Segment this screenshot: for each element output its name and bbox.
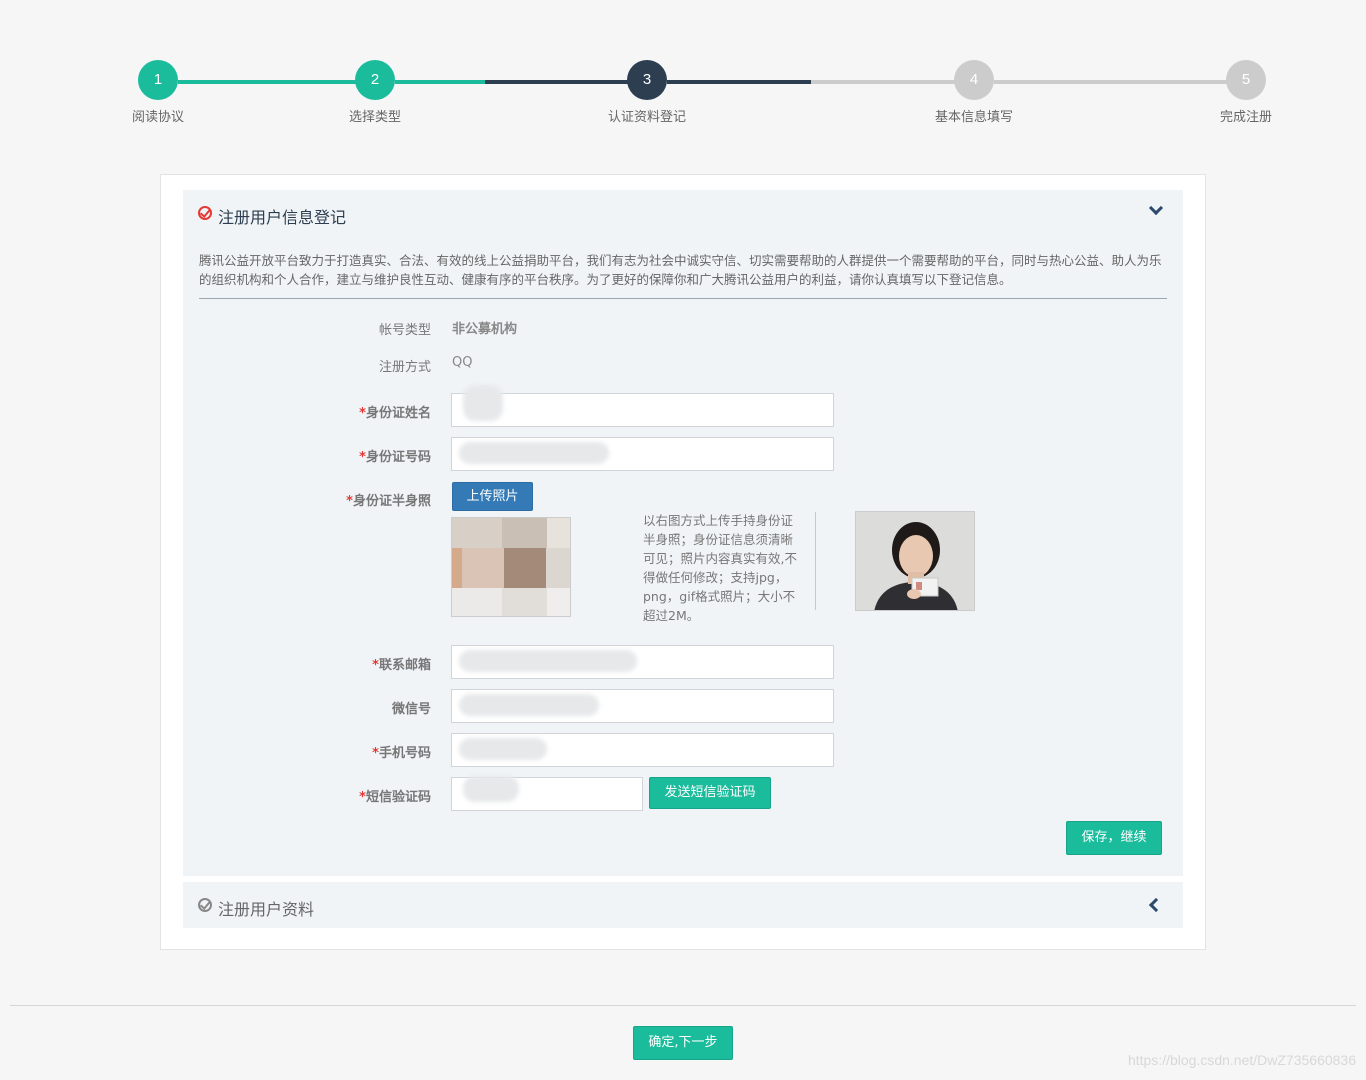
account-type-label: 帐号类型 bbox=[378, 323, 431, 338]
email-label: *联系邮箱 bbox=[271, 654, 431, 673]
wechat-label: 微信号 bbox=[391, 702, 431, 717]
redacted-blur bbox=[463, 385, 503, 421]
step-2-label: 选择类型 bbox=[348, 110, 401, 125]
register-method-label: 注册方式 bbox=[378, 360, 431, 375]
id-name-label-text: 身份证姓名 bbox=[365, 406, 431, 421]
step-connector-4-5 bbox=[994, 80, 1227, 84]
required-mark: * bbox=[346, 494, 353, 509]
sms-code-label: *短信验证码 bbox=[271, 786, 431, 805]
check-circle-icon bbox=[198, 898, 212, 912]
step-connector-3-4-current bbox=[667, 80, 811, 84]
user-info-panel-header[interactable]: 注册用户信息登记 bbox=[183, 190, 1183, 236]
photo-pixel-block bbox=[452, 518, 502, 548]
hint-separator bbox=[815, 512, 816, 610]
user-info-panel: 注册用户信息登记 腾讯公益开放平台致力于打造真实、合法、有效的线上公益捐助平台，… bbox=[183, 190, 1183, 876]
redacted-blur bbox=[463, 776, 519, 802]
account-type-value: 非公募机构 bbox=[452, 322, 518, 337]
required-mark: * bbox=[372, 658, 379, 673]
step-2-circle: 2 bbox=[355, 60, 395, 100]
photo-pixel-block bbox=[502, 518, 547, 548]
save-continue-button[interactable]: 保存，继续 bbox=[1066, 821, 1162, 855]
send-sms-code-button[interactable]: 发送短信验证码 bbox=[649, 777, 771, 809]
step-connector-2-3-done bbox=[395, 80, 485, 84]
photo-pixel-block bbox=[452, 548, 462, 588]
id-name-input[interactable] bbox=[451, 393, 834, 427]
redacted-blur bbox=[459, 738, 547, 760]
confirm-next-button[interactable]: 确定,下一步 bbox=[633, 1026, 733, 1060]
intro-divider bbox=[199, 298, 1167, 299]
id-photo-label: *身份证半身照 bbox=[271, 490, 431, 509]
id-number-label-text: 身份证号码 bbox=[365, 450, 431, 465]
id-name-label: *身份证姓名 bbox=[271, 402, 431, 421]
step-1-circle: 1 bbox=[138, 60, 178, 100]
redacted-blur bbox=[459, 694, 599, 716]
step-1-label: 阅读协议 bbox=[131, 110, 184, 125]
uploaded-photo-thumbnail bbox=[451, 517, 571, 617]
step-4-circle: 4 bbox=[954, 60, 994, 100]
required-mark: * bbox=[359, 790, 366, 805]
step-3-label: 认证资料登记 bbox=[607, 110, 686, 125]
required-mark: * bbox=[359, 406, 366, 421]
register-method-value: QQ bbox=[452, 355, 473, 370]
chevron-down-icon[interactable] bbox=[1148, 200, 1164, 216]
registration-card: 注册用户信息登记 腾讯公益开放平台致力于打造真实、合法、有效的线上公益捐助平台，… bbox=[160, 174, 1206, 950]
step-connector-2-3-current bbox=[485, 80, 628, 84]
step-5-circle: 5 bbox=[1226, 60, 1266, 100]
panel-title: 注册用户信息登记 bbox=[218, 208, 347, 227]
photo-pixel-block bbox=[546, 548, 570, 588]
phone-label-text: 手机号码 bbox=[378, 746, 431, 761]
id-photo-label-text: 身份证半身照 bbox=[352, 494, 431, 509]
upload-photo-button[interactable]: 上传照片 bbox=[452, 482, 533, 511]
chevron-left-icon[interactable] bbox=[1148, 897, 1164, 913]
required-mark: * bbox=[372, 746, 379, 761]
email-label-text: 联系邮箱 bbox=[378, 658, 431, 673]
photo-pixel-block bbox=[452, 588, 502, 616]
step-3-circle: 3 bbox=[627, 60, 667, 100]
photo-pixel-block bbox=[547, 518, 570, 548]
progress-stepper: 1 2 3 4 5 阅读协议 选择类型 认证资料登记 基本信息填写 完成注册 bbox=[0, 0, 1366, 140]
required-mark: * bbox=[359, 450, 366, 465]
redacted-blur bbox=[459, 442, 609, 464]
step-4-label: 基本信息填写 bbox=[934, 110, 1013, 125]
watermark: https://blog.csdn.net/DwZ735660836 bbox=[1127, 1052, 1356, 1068]
step-connector-1-2 bbox=[178, 80, 356, 84]
sample-person-illustration bbox=[856, 512, 974, 610]
photo-pixel-block bbox=[502, 588, 547, 616]
photo-requirements-hint: 以右图方式上传手持身份证半身照；身份证信息须清晰可见；照片内容真实有效,不得做任… bbox=[643, 513, 797, 623]
step-connector-3-4-pending bbox=[811, 80, 955, 84]
sms-code-label-text: 短信验证码 bbox=[365, 790, 431, 805]
redacted-blur bbox=[459, 650, 637, 672]
photo-pixel-block bbox=[504, 548, 546, 588]
sample-id-photo bbox=[855, 511, 975, 611]
step-5-label: 完成注册 bbox=[1219, 110, 1272, 125]
photo-pixel-block bbox=[547, 588, 570, 616]
intro-text: 腾讯公益开放平台致力于打造真实、合法、有效的线上公益捐助平台，我们有志为社会中诚… bbox=[199, 253, 1162, 287]
user-profile-panel-header[interactable]: 注册用户资料 bbox=[183, 882, 1183, 928]
panel2-title: 注册用户资料 bbox=[218, 900, 315, 919]
footer-divider bbox=[10, 1005, 1356, 1006]
id-number-label: *身份证号码 bbox=[271, 446, 431, 465]
check-circle-icon bbox=[198, 206, 212, 220]
photo-pixel-block bbox=[462, 548, 504, 588]
phone-label: *手机号码 bbox=[271, 742, 431, 761]
